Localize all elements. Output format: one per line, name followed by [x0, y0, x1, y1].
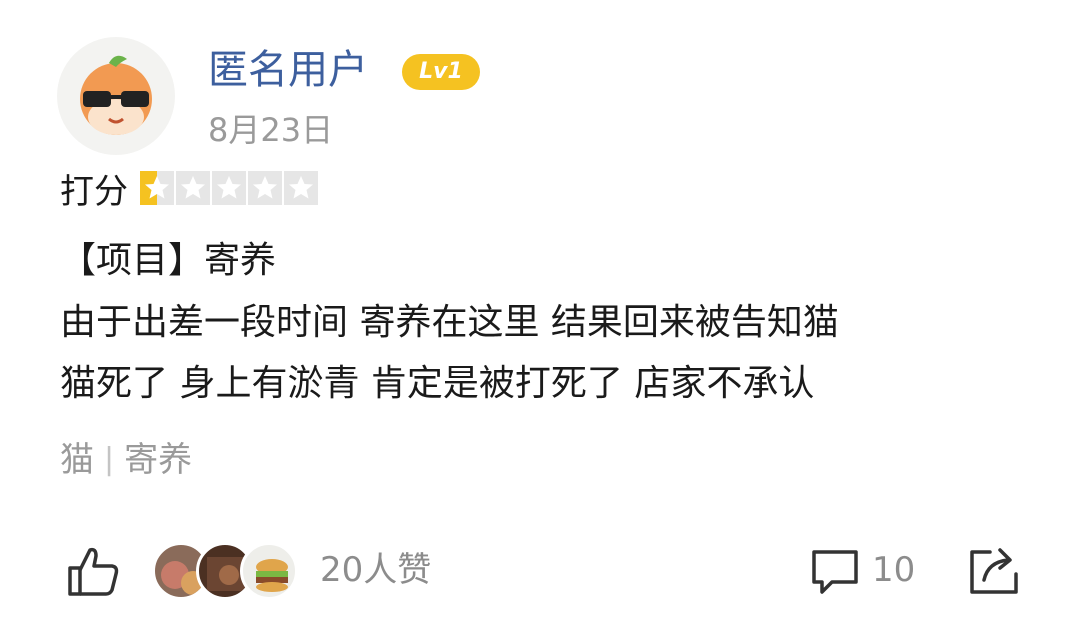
- post-date: 8月23日: [208, 111, 334, 149]
- like-count: 20人赞: [320, 550, 432, 590]
- liker-avatar[interactable]: [240, 542, 298, 600]
- star-rating: [140, 171, 320, 205]
- tag-item[interactable]: 寄养: [124, 436, 192, 484]
- tag-separator: |: [104, 442, 115, 477]
- rating-star: [140, 171, 174, 205]
- tag-list: 猫 | 寄养: [60, 436, 192, 484]
- rating-label: 打分: [60, 171, 128, 212]
- rating-star: [212, 171, 246, 205]
- rating-star: [248, 171, 282, 205]
- rating-star: [176, 171, 210, 205]
- username[interactable]: 匿名用户: [208, 44, 368, 96]
- share-icon[interactable]: [968, 544, 1020, 596]
- tag-item[interactable]: 猫: [60, 436, 94, 484]
- rating-row: 打分: [60, 166, 320, 212]
- level-badge: Lv1: [402, 54, 480, 90]
- review-project-line: 【项目】寄养: [60, 240, 277, 281]
- comment-icon[interactable]: [810, 546, 860, 596]
- review-text-line: 由于出差一段时间 寄养在这里 结果回来被告知猫: [60, 302, 839, 343]
- thumbs-up-icon[interactable]: [66, 544, 122, 600]
- rating-star: [284, 171, 318, 205]
- review-text-line: 猫死了 身上有淤青 肯定是被打死了 店家不承认: [60, 363, 815, 404]
- user-avatar[interactable]: [57, 37, 175, 155]
- comment-count: 10: [872, 550, 916, 590]
